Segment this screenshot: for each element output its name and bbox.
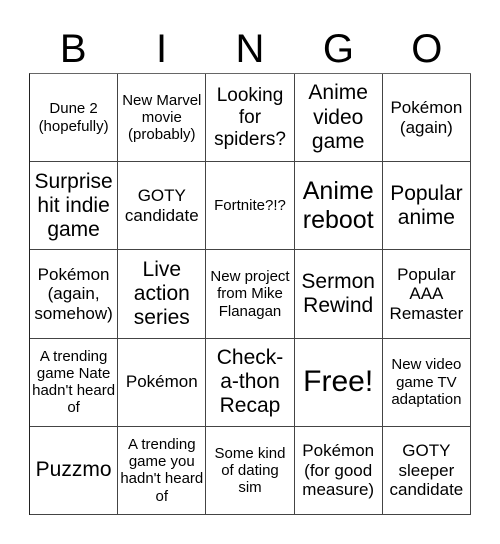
cell-text: A trending game you hadn't heard of: [120, 435, 204, 505]
header-letter-n: N: [235, 27, 265, 71]
cell-text: Pokémon (again, somehow): [34, 264, 113, 323]
bingo-cell[interactable]: Pokémon: [118, 338, 207, 427]
bingo-cell[interactable]: Pokémon (again, somehow): [30, 250, 119, 339]
bingo-cell[interactable]: Surprise hit indie game: [30, 162, 119, 251]
cell-text: Some kind of dating sim: [214, 444, 286, 497]
cell-text: New Marvel movie (probably): [122, 91, 202, 144]
bingo-card: Dune 2 (hopefully) New Marvel movie (pro…: [29, 73, 471, 515]
free-space-cell[interactable]: Free!: [294, 338, 383, 427]
bingo-cell[interactable]: A trending game Nate hadn't heard of: [30, 338, 119, 427]
cell-text: Pokémon: [125, 372, 198, 392]
cell-text: Live action series: [133, 257, 190, 330]
bingo-cell[interactable]: Puzzmo: [30, 426, 119, 515]
bingo-cell[interactable]: Popular AAA Remaster: [382, 250, 471, 339]
cell-text: A trending game Nate hadn't heard of: [32, 347, 116, 417]
header-letter-g: G: [322, 27, 354, 71]
cell-text: Popular AAA Remaster: [389, 264, 464, 323]
cell-text: GOTY sleeper candidate: [389, 441, 464, 500]
cell-text: Surprise hit indie game: [34, 169, 113, 241]
bingo-cell[interactable]: Live action series: [118, 250, 207, 339]
cell-text: Fortnite?!?: [214, 197, 286, 215]
cell-text: Pokémon (for good measure): [302, 441, 375, 500]
cell-text: New project from Mike Flanagan: [210, 268, 290, 320]
cell-text: Puzzmo: [35, 458, 112, 482]
header-letter-b: B: [59, 27, 87, 71]
cell-text: Anime video game: [308, 81, 368, 153]
cell-text: Looking for spiders?: [214, 84, 286, 150]
bingo-header: B I N G O: [29, 26, 471, 72]
cell-text: Free!: [303, 364, 374, 398]
bingo-cell[interactable]: New project from Mike Flanagan: [206, 250, 295, 339]
header-letter-i: I: [156, 27, 168, 71]
bingo-cell[interactable]: A trending game you hadn't heard of: [118, 426, 207, 515]
bingo-cell[interactable]: Popular anime: [382, 162, 471, 251]
bingo-cell[interactable]: Anime video game: [294, 74, 383, 163]
header-letter-o: O: [411, 27, 443, 71]
bingo-cell[interactable]: GOTY sleeper candidate: [382, 426, 471, 515]
bingo-cell[interactable]: Pokémon (again): [382, 74, 471, 163]
bingo-cell[interactable]: Pokémon (for good measure): [294, 426, 383, 515]
bingo-cell[interactable]: Some kind of dating sim: [206, 426, 295, 515]
bingo-cell[interactable]: GOTY candidate: [118, 162, 207, 251]
bingo-cell[interactable]: Fortnite?!?: [206, 162, 295, 251]
bingo-cell[interactable]: Check-a-thon Recap: [206, 338, 295, 427]
bingo-cell[interactable]: Looking for spiders?: [206, 74, 295, 163]
bingo-cell[interactable]: Sermon Rewind: [294, 250, 383, 339]
cell-text: Dune 2 (hopefully): [38, 100, 109, 135]
bingo-cell[interactable]: New video game TV adaptation: [382, 338, 471, 427]
cell-text: Popular anime: [390, 181, 463, 229]
cell-text: GOTY candidate: [124, 186, 199, 225]
bingo-cell[interactable]: New Marvel movie (probably): [118, 74, 207, 163]
bingo-cell[interactable]: Anime reboot: [294, 162, 383, 251]
cell-text: Check-a-thon Recap: [216, 345, 284, 418]
cell-text: Sermon Rewind: [301, 269, 375, 317]
cell-text: Anime reboot: [302, 177, 374, 234]
cell-text: New video game TV adaptation: [391, 356, 462, 408]
bingo-cell[interactable]: Dune 2 (hopefully): [30, 74, 119, 163]
cell-text: Pokémon (again): [390, 98, 463, 137]
